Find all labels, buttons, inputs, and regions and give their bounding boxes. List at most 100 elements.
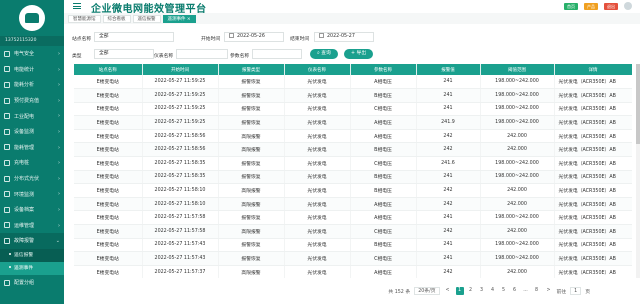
page-number[interactable]: 3 <box>478 287 486 295</box>
table-cell: E楼变电站 <box>74 265 143 278</box>
chevron-down-icon: ⌄ <box>55 238 60 245</box>
next-page-button[interactable]: > <box>545 287 553 295</box>
filter-panel: 站点名称 全部 开始时间 2022-05-26 结束时间 2022-05-27 … <box>64 24 640 64</box>
device-input[interactable] <box>176 49 228 59</box>
table-cell: A相电压 <box>350 265 417 278</box>
export-button[interactable]: + 导出 <box>344 49 374 59</box>
table-row[interactable]: E楼变电站 2022-05-27 11:58:35 报警恢复 光伏发电 B相电压 241 1… <box>74 170 632 185</box>
table-row[interactable]: E楼变电站 2022-05-27 11:59:25 报警恢复 光伏发电 C相电压 241 1… <box>74 102 632 117</box>
page-number[interactable]: ... <box>522 287 530 295</box>
calendar-icon <box>319 33 324 38</box>
sidebar-item[interactable]: 设备监测 › <box>0 124 64 140</box>
page-tab[interactable]: 遥测事件 × <box>162 14 196 23</box>
table-cell: 242 <box>416 142 481 158</box>
table-row[interactable]: E楼变电站 2022-05-27 11:59:25 报警恢复 光伏发电 B相电压 241 1… <box>74 88 632 103</box>
start-time-input[interactable]: 2022-05-26 <box>224 32 284 42</box>
prev-page-button[interactable]: < <box>444 287 452 295</box>
table-cell: 报警恢复 <box>218 88 285 103</box>
table-cell: 光伏发电 <box>284 238 351 253</box>
table-header: 站点名称 开始时间 报警类型 仪表名称 参数名称 报警值 阈值范围 详情 <box>74 64 632 75</box>
page-tab[interactable]: 智慧能源馆 <box>68 14 101 23</box>
query-button[interactable]: ⌕ 查询 <box>310 49 338 59</box>
table-cell: 光伏发电（ACR350E）AB <box>554 238 632 253</box>
page-number[interactable]: 1 <box>455 287 464 295</box>
sidebar-item[interactable]: 故障报警 ⌄ <box>0 233 64 249</box>
table-cell: 光伏发电（ACR350E）AB <box>554 102 632 117</box>
page-number[interactable]: 8 <box>533 287 541 295</box>
table-cell: 242.000 <box>480 142 555 158</box>
sidebar-item[interactable]: 环境监测 › <box>0 186 64 202</box>
table-row[interactable]: E楼变电站 2022-05-27 11:58:56 高限报警 光伏发电 A相电压 242 2… <box>74 129 632 144</box>
table-row[interactable]: E楼变电站 2022-05-27 11:57:43 报警恢复 光伏发电 B相电压 241 1… <box>74 238 632 253</box>
table-cell: C相电压 <box>350 224 417 239</box>
table-cell: 242.000 <box>480 224 555 239</box>
table-row[interactable]: E楼变电站 2022-05-27 11:58:10 高限报警 光伏发电 A相电压 242 2… <box>74 197 632 212</box>
table-cell: 光伏发电（ACR350E）AB <box>554 115 632 130</box>
table-cell: E楼变电站 <box>74 75 143 90</box>
sidebar-item[interactable]: 运维管理 › <box>0 218 64 234</box>
chevron-right-icon: › <box>58 191 60 198</box>
sidebar-item[interactable]: 预付费充值 › <box>0 93 64 109</box>
table-row[interactable]: E楼变电站 2022-05-27 11:58:10 高限报警 光伏发电 B相电压 242 2… <box>74 183 632 198</box>
table-scrollbar[interactable] <box>636 64 640 278</box>
column-header: 参数名称 <box>350 64 417 75</box>
table-cell: A相电压 <box>350 197 417 212</box>
sidebar-item[interactable]: 工业配电 › <box>0 108 64 124</box>
sidebar-item[interactable]: 能耗管理 › <box>0 140 64 156</box>
table-row[interactable]: E楼变电站 2022-05-27 11:58:56 高限报警 光伏发电 B相电压 242 2… <box>74 142 632 158</box>
table-cell: 198.000~242.000 <box>480 251 555 266</box>
table-row[interactable]: E楼变电站 2022-05-27 11:57:58 高限报警 光伏发电 C相电压 242 2… <box>74 224 632 239</box>
menu-toggle-icon[interactable] <box>73 3 81 9</box>
sidebar-item[interactable]: 电气安全 › <box>0 46 64 62</box>
table-cell: 高限报警 <box>218 224 285 239</box>
sidebar-item[interactable]: 配置分组 <box>0 275 64 291</box>
station-select[interactable]: 全部 <box>94 32 174 42</box>
table-cell: 242.000 <box>480 183 555 198</box>
sidebar-item[interactable]: 设备档案 › <box>0 202 64 218</box>
sidebar-item[interactable]: 分布式光伏 › <box>0 171 64 187</box>
menu-item-icon <box>4 97 10 104</box>
chevron-right-icon: › <box>58 66 60 73</box>
scrollbar-thumb[interactable] <box>636 64 640 144</box>
table-cell: 2022-05-27 11:58:10 <box>142 197 219 212</box>
page-size-select[interactable]: 20条/页 <box>414 287 440 295</box>
sidebar-subitem[interactable]: 遥测事件 <box>0 261 64 275</box>
table-cell: 241.9 <box>416 115 481 130</box>
table-row[interactable]: E楼变电站 2022-05-27 11:57:43 报警恢复 光伏发电 C相电压 241 1… <box>74 251 632 266</box>
avatar[interactable] <box>624 2 632 10</box>
table-cell: E楼变电站 <box>74 224 143 239</box>
table-row[interactable]: E楼变电站 2022-05-27 11:57:37 高限报警 光伏发电 A相电压 242 2… <box>74 265 632 278</box>
page-tab[interactable]: 遥信报警 <box>132 14 161 23</box>
sidebar-subitem[interactable]: 遥信报警 <box>0 248 64 262</box>
account-number: 13752115320 <box>0 36 64 46</box>
end-time-input[interactable]: 2022-05-27 <box>314 32 374 42</box>
page-number[interactable]: 5 <box>500 287 508 295</box>
top-action-button[interactable]: 退出 <box>604 2 618 10</box>
table-cell: A相电压 <box>350 115 417 130</box>
sidebar-item[interactable]: 能耗分析 › <box>0 77 64 93</box>
table-cell: 198.000~242.000 <box>480 238 555 253</box>
page-number[interactable]: 4 <box>489 287 497 295</box>
page-number[interactable]: 6 <box>511 287 519 295</box>
param-input[interactable] <box>252 49 302 59</box>
top-action-button[interactable]: 产品 <box>584 2 598 10</box>
table-row[interactable]: E楼变电站 2022-05-27 11:59:25 报警恢复 光伏发电 A相电压 241.… <box>74 115 632 130</box>
page-tab[interactable]: 综合看板 <box>102 14 131 23</box>
table-row[interactable]: E楼变电站 2022-05-27 11:57:58 报警恢复 光伏发电 A相电压 241 1… <box>74 210 632 226</box>
chevron-right-icon: › <box>58 206 60 213</box>
table-cell: 2022-05-27 11:59:25 <box>142 88 219 103</box>
table-row[interactable]: E楼变电站 2022-05-27 11:59:25 报警恢复 光伏发电 A相电压 241 1… <box>74 75 632 90</box>
type-select[interactable]: 全部 <box>94 49 154 59</box>
goto-input[interactable]: 1 <box>570 287 582 295</box>
event-table: 站点名称 开始时间 报警类型 仪表名称 参数名称 报警值 阈值范围 详情 E楼变电站 2022-… <box>74 64 632 278</box>
top-action-button[interactable]: 首页 <box>564 2 578 10</box>
total-count: 共 152 条 <box>388 289 411 295</box>
table-cell: 2022-05-27 11:59:25 <box>142 102 219 117</box>
sidebar-item[interactable]: 电能统计 › <box>0 62 64 78</box>
menu-item-icon <box>4 222 10 229</box>
table-row[interactable]: E楼变电站 2022-05-27 11:58:35 报警恢复 光伏发电 C相电压 241.… <box>74 156 632 171</box>
page-number[interactable]: 2 <box>467 287 475 295</box>
chevron-right-icon: › <box>58 113 60 120</box>
sidebar-item[interactable]: 充电桩 › <box>0 155 64 171</box>
table-cell: 光伏发电 <box>284 142 351 158</box>
